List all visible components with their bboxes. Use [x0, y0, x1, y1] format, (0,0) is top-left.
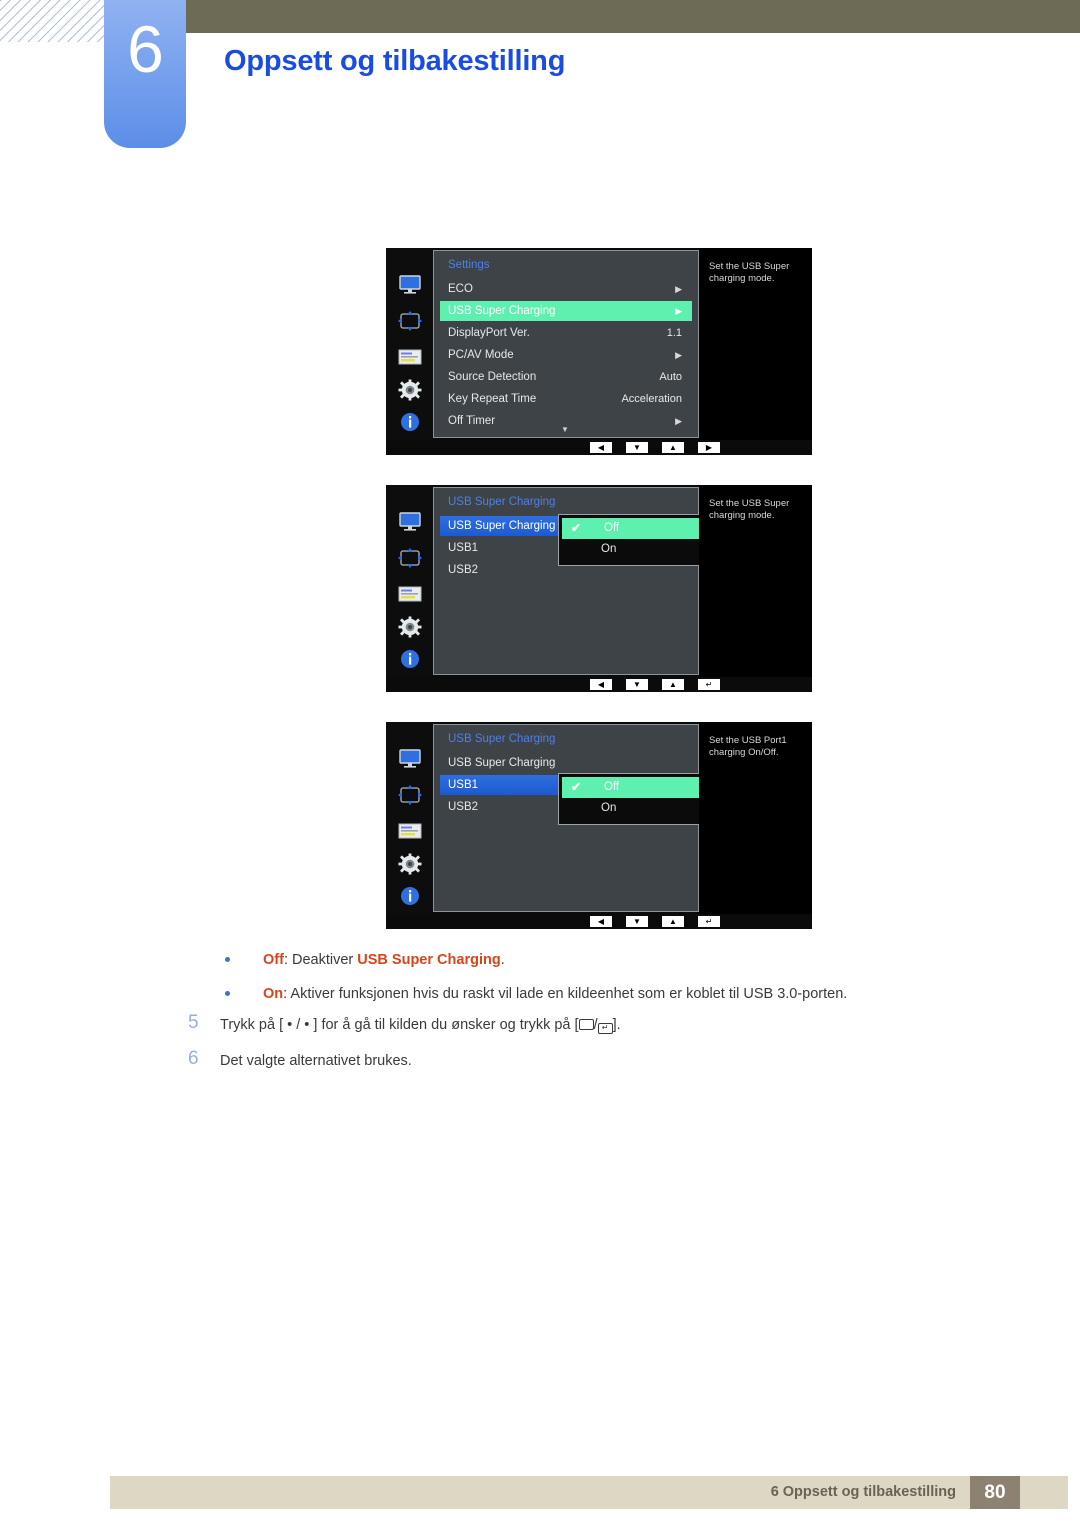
step-text-end: ]. [612, 1017, 621, 1033]
osd-btn-up[interactable]: ▲ [662, 679, 684, 690]
osd-btn-left[interactable]: ◀ [590, 916, 612, 927]
osd-icon-rail-1 [386, 248, 433, 440]
osd-body-1: Settings ECO ▶ USB Super Charging ▶ Disp… [386, 248, 812, 440]
dropdown-option-on[interactable]: On [559, 798, 705, 819]
osd-icon-rail-3 [386, 722, 433, 914]
source-key-icon [578, 1019, 594, 1030]
osd-heading-3: USB Super Charging [448, 733, 556, 745]
osd-help-text-2: Set the USB Super charging mode. [699, 485, 812, 677]
step-text: Det valgte alternativet brukes. [220, 1053, 412, 1069]
page-number: 80 [984, 1482, 1006, 1503]
bullet-dot-icon [225, 991, 230, 996]
info-icon[interactable] [397, 648, 423, 670]
osd-row-usb1[interactable]: USB1 [440, 775, 562, 795]
chevron-right-icon: ▶ [675, 306, 682, 316]
osd-row-eco[interactable]: ECO ▶ [440, 279, 692, 299]
osd-btn-down[interactable]: ▼ [626, 679, 648, 690]
osd-menu-panel-1: Settings ECO ▶ USB Super Charging ▶ Disp… [433, 250, 699, 438]
monitor-icon[interactable] [397, 748, 423, 770]
arrows-move-icon[interactable] [397, 310, 423, 332]
osd-heading-2: USB Super Charging [448, 496, 556, 508]
arrows-move-icon[interactable] [397, 547, 423, 569]
osd-btn-enter[interactable]: ↵ [698, 679, 720, 690]
osd-dropdown-3[interactable]: ✔ Off On [558, 773, 706, 825]
bullet-dot-icon [225, 957, 230, 962]
onscreen-display-icon[interactable] [397, 346, 423, 368]
info-icon[interactable] [397, 411, 423, 433]
osd-btn-left[interactable]: ◀ [590, 679, 612, 690]
osd-screenshot-3: USB Super Charging USB Super Charging US… [386, 722, 812, 929]
dropdown-option-on[interactable]: On [559, 539, 705, 560]
osd-dropdown-2[interactable]: ✔ Off On [558, 514, 706, 566]
osd-screenshot-1: Settings ECO ▶ USB Super Charging ▶ Disp… [386, 248, 812, 455]
page-number-box: 80 [970, 1476, 1020, 1509]
gear-icon[interactable] [397, 853, 423, 875]
bullet-keyword-2: USB Super Charging [357, 952, 501, 968]
step-number: 6 [188, 1048, 199, 1069]
info-icon[interactable] [397, 885, 423, 907]
osd-help-text-1: Set the USB Super charging mode. [699, 248, 812, 440]
osd-btn-left[interactable]: ◀ [590, 442, 612, 453]
osd-row-displayport-ver[interactable]: DisplayPort Ver. 1.1 [440, 323, 692, 343]
monitor-icon[interactable] [397, 511, 423, 533]
osd-row-pc-av-mode[interactable]: PC/AV Mode ▶ [440, 345, 692, 365]
step-text: Trykk på [ • / • ] for å gå til kilden d… [220, 1017, 579, 1033]
osd-body-2: USB Super Charging USB Super Charging US… [386, 485, 812, 677]
enter-key-icon: ↵ [597, 1023, 613, 1034]
gear-icon[interactable] [397, 379, 423, 401]
check-icon: ✔ [571, 521, 582, 535]
step-number: 5 [188, 1012, 199, 1033]
osd-menu-panel-3: USB Super Charging USB Super Charging US… [433, 724, 706, 912]
header-hatch-pattern [0, 0, 108, 42]
osd-button-bar-2: ◀ ▼ ▲ ↵ [386, 677, 812, 692]
chevron-right-icon: ▶ [675, 350, 682, 360]
osd-btn-down[interactable]: ▼ [626, 916, 648, 927]
gear-icon[interactable] [397, 616, 423, 638]
dropdown-option-off[interactable]: ✔ Off [562, 518, 702, 539]
osd-row-source-detection[interactable]: Source Detection Auto [440, 367, 692, 387]
bullet-keyword: Off [263, 952, 284, 968]
check-icon: ✔ [571, 780, 582, 794]
osd-icon-rail-2 [386, 485, 433, 677]
monitor-icon[interactable] [397, 274, 423, 296]
osd-btn-right[interactable]: ▶ [698, 442, 720, 453]
arrows-move-icon[interactable] [397, 784, 423, 806]
chevron-right-icon: ▶ [675, 416, 682, 426]
bullet-keyword: On [263, 986, 284, 1002]
bullet-text: : Aktiver funksjonen hvis du raskt vil l… [283, 986, 848, 1002]
osd-row-usb-super-charging[interactable]: USB Super Charging [440, 516, 562, 536]
osd-row-usb-super-charging[interactable]: USB Super Charging [440, 753, 692, 773]
footer-bar: 6 Oppsett og tilbakestilling 80 [110, 1476, 1068, 1509]
step-text-sep: / [593, 1017, 598, 1033]
onscreen-display-icon[interactable] [397, 820, 423, 842]
chapter-tab: 6 [104, 0, 186, 148]
chevron-right-icon: ▶ [675, 284, 682, 294]
osd-button-bar-3: ◀ ▼ ▲ ↵ [386, 914, 812, 929]
osd-btn-enter[interactable]: ↵ [698, 916, 720, 927]
header-olive-bar [185, 0, 1080, 33]
osd-row-usb-super-charging[interactable]: USB Super Charging ▶ [440, 301, 692, 321]
footer-text: 6 Oppsett og tilbakestilling [770, 1484, 956, 1500]
bullet-text: : Deaktiver [283, 952, 358, 968]
osd-screenshot-2: USB Super Charging USB Super Charging US… [386, 485, 812, 692]
osd-body-3: USB Super Charging USB Super Charging US… [386, 722, 812, 914]
bullet-text-end: . [500, 952, 505, 968]
dropdown-option-off[interactable]: ✔ Off [562, 777, 702, 798]
osd-menu-panel-2: USB Super Charging USB Super Charging US… [433, 487, 706, 675]
osd-btn-up[interactable]: ▲ [662, 916, 684, 927]
osd-btn-up[interactable]: ▲ [662, 442, 684, 453]
osd-row-key-repeat-time[interactable]: Key Repeat Time Acceleration [440, 389, 692, 409]
osd-heading-1: Settings [448, 259, 490, 271]
chapter-number: 6 [127, 12, 164, 86]
osd-help-text-3: Set the USB Port1 charging On/Off. [699, 722, 812, 914]
scroll-down-caret-icon[interactable]: ▼ [561, 425, 569, 434]
osd-btn-down[interactable]: ▼ [626, 442, 648, 453]
osd-button-bar-1: ◀ ▼ ▲ ▶ [386, 440, 812, 455]
onscreen-display-icon[interactable] [397, 583, 423, 605]
page-title: Oppsett og tilbakestilling [224, 45, 566, 77]
